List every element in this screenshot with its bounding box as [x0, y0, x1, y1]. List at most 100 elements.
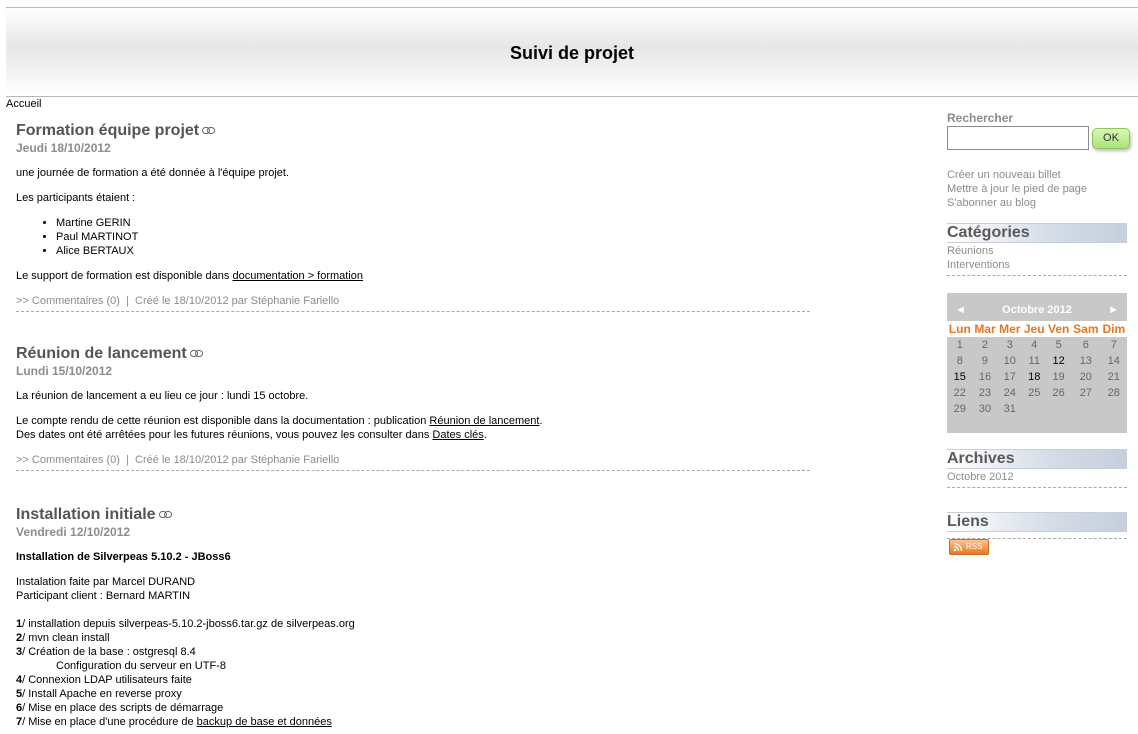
category-link[interactable]: Réunions	[947, 244, 1127, 258]
links-title: Liens	[947, 512, 1127, 532]
calendar-day: 6	[1082, 339, 1089, 351]
calendar-day	[1046, 401, 1071, 417]
post: Réunion de lancement Lundi 15/10/2012 La…	[16, 343, 810, 471]
calendar-day: 11	[1028, 355, 1040, 367]
list-item: 2/ mvn clean install	[16, 632, 110, 644]
calendar-day: 8	[956, 355, 963, 367]
calendar-day-header: Jeu	[1022, 321, 1047, 337]
backup-link[interactable]: backup de base et données	[197, 716, 332, 728]
post-title[interactable]: Installation initiale	[16, 504, 810, 526]
calendar-day[interactable]: 12	[1046, 353, 1071, 369]
post-date: Vendredi 12/10/2012	[16, 525, 131, 539]
calendar-day: 17	[1003, 371, 1016, 383]
calendar-day: 27	[1079, 387, 1092, 399]
reunion-link[interactable]: Réunion de lancement	[429, 415, 539, 427]
rss-button[interactable]: RSS	[949, 539, 989, 555]
calendar-day: 30	[978, 403, 992, 415]
site-header: Suivi de projet	[6, 7, 1138, 97]
steps-list: 1/ installation depuis silverpeas-5.10.2…	[16, 617, 810, 729]
comments-link[interactable]: >> Commentaires (0)	[16, 295, 120, 307]
calendar-day: 21	[1107, 371, 1120, 383]
search-label: Rechercher	[947, 111, 1014, 125]
categories-list: Réunions Interventions	[947, 244, 1127, 276]
calendar-day[interactable]: 15	[947, 369, 973, 385]
post-body: une journée de formation a été donnée à …	[16, 166, 810, 283]
calendar-day: 14	[1107, 355, 1120, 367]
post-title[interactable]: Formation équipe projet	[16, 120, 810, 142]
calendar-day[interactable]: 18	[1022, 369, 1046, 385]
calendar-day-header: Dim	[1100, 321, 1127, 337]
post-text: Des dates ont été arrêtées pour les futu…	[16, 429, 487, 441]
calendar-day: 19	[1052, 371, 1065, 383]
post-date: Jeudi 18/10/2012	[16, 141, 111, 155]
post-text: Participant client : Bernard MARTIN	[16, 590, 191, 602]
post: Installation initiale Vendredi 12/10/201…	[16, 504, 810, 729]
calendar-day: 13	[1079, 355, 1092, 367]
post-text: Le support de formation est disponible d…	[16, 270, 364, 282]
archives-list: Octobre 2012	[947, 470, 1127, 488]
calendar-day	[1022, 401, 1046, 417]
calendar-day-header: Sam	[1071, 321, 1101, 337]
list-item: 7/ Mise en place d'une procédure de back…	[16, 716, 332, 728]
search-ok-button[interactable]: OK	[1092, 128, 1130, 149]
post-footer: >> Commentaires (0) | Créé le 18/10/2012…	[16, 294, 810, 312]
permalink-icon[interactable]	[189, 350, 203, 358]
calendar-day: 31	[1003, 403, 1016, 415]
comments-link[interactable]: >> Commentaires (0)	[16, 454, 120, 466]
next-month-icon[interactable]: ►	[1108, 299, 1119, 321]
search-input[interactable]	[947, 126, 1089, 150]
calendar-day: 16	[978, 371, 992, 383]
post-text: Les participants étaient :	[16, 192, 136, 204]
subscribe-link[interactable]: S'abonner au blog	[947, 196, 1127, 210]
post-meta: Créé le 18/10/2012 par Stéphanie Fariell…	[135, 295, 340, 307]
calendar-day: 28	[1107, 387, 1120, 399]
post-subtitle: Installation de Silverpeas 5.10.2 - JBos…	[16, 551, 231, 563]
categories-title: Catégories	[947, 223, 1127, 243]
category-link[interactable]: Interventions	[947, 258, 1127, 272]
separator: |	[126, 454, 129, 466]
calendar-day: 2	[981, 339, 989, 351]
calendar-day: 23	[978, 387, 992, 399]
calendar-day: 7	[1110, 339, 1117, 351]
calendar-day: 4	[1031, 339, 1038, 351]
rss-label: RSS	[966, 542, 983, 551]
post-title[interactable]: Réunion de lancement	[16, 343, 810, 365]
calendar-day-header: Mar	[972, 321, 998, 337]
list-item: Martine GERIN	[56, 216, 810, 230]
calendar-day: 24	[1003, 387, 1016, 399]
list-item: Paul MARTINOT	[56, 230, 810, 244]
calendar-day: 25	[1028, 387, 1041, 399]
post-body: Installation de Silverpeas 5.10.2 - JBos…	[16, 550, 810, 729]
calendar-day	[1101, 401, 1127, 417]
sidebar: Rechercher OK Créer un nouveau billet Me…	[947, 111, 1130, 555]
calendar-day: 3	[1006, 339, 1013, 351]
list-item: 4/ Connexion LDAP utilisateurs faite	[16, 674, 192, 686]
calendar-day	[1071, 401, 1100, 417]
participants-list: Martine GERIN Paul MARTINOT Alice BERTAU…	[16, 216, 810, 258]
calendar-day: 1	[956, 339, 963, 351]
calendar-day: 29	[953, 403, 966, 415]
calendar-day-header: Mer	[997, 321, 1023, 337]
dates-cles-link[interactable]: Dates clés	[432, 429, 483, 441]
calendar: ◄ Octobre 2012 ► Lun Mar Mer Jeu Ven Sam Dim 1…	[947, 293, 1127, 433]
archive-link[interactable]: Octobre 2012	[947, 470, 1127, 484]
search-form: OK	[947, 126, 1130, 152]
documentation-link[interactable]: documentation > formation	[232, 270, 363, 282]
calendar-day-header: Ven	[1046, 321, 1072, 337]
separator: |	[126, 295, 129, 307]
list-item: 1/ installation depuis silverpeas-5.10.2…	[16, 618, 355, 630]
calendar-day: 26	[1052, 387, 1065, 399]
post: Formation équipe projet Jeudi 18/10/2012…	[16, 120, 810, 312]
new-post-link[interactable]: Créer un nouveau billet	[947, 168, 1127, 182]
calendar-day: 9	[981, 355, 989, 367]
calendar-day: 10	[1003, 355, 1016, 367]
post-text: La réunion de lancement a eu lieu ce jou…	[16, 390, 309, 402]
post-date: Lundi 15/10/2012	[16, 364, 113, 378]
prev-month-icon[interactable]: ◄	[955, 299, 966, 321]
calendar-day: 22	[953, 387, 966, 399]
breadcrumb-home[interactable]: Accueil	[6, 98, 41, 110]
update-footer-link[interactable]: Mettre à jour le pied de page	[947, 182, 1127, 196]
permalink-icon[interactable]	[202, 127, 216, 135]
list-item: 5/ Install Apache en reverse proxy	[16, 688, 182, 700]
permalink-icon[interactable]	[158, 511, 172, 519]
